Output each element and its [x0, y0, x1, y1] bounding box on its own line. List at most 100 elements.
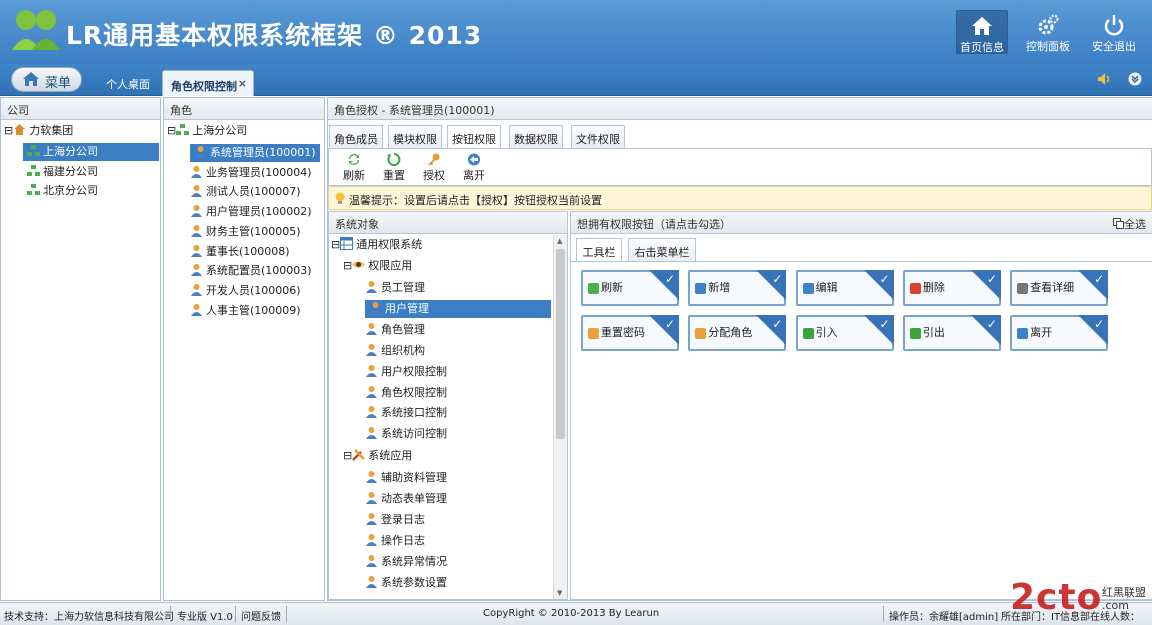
permission-panel-title: 想拥有权限按钮（请点击勾选） 全选 — [571, 212, 1152, 234]
tree-item-module[interactable]: 操作日志 — [365, 532, 425, 550]
user-icon — [366, 281, 377, 293]
permission-button[interactable]: 刷新 ✓ — [581, 270, 679, 306]
collapse-icon[interactable]: ⊟ — [343, 259, 352, 272]
tab-toolbar[interactable]: 工具栏 — [576, 238, 622, 261]
org-icon — [27, 184, 40, 195]
tree-item-module-label: 角色权限控制 — [381, 385, 447, 399]
permission-button[interactable]: 新增 ✓ — [688, 270, 787, 306]
org-icon — [176, 124, 190, 135]
user-icon — [366, 406, 377, 419]
reset-button[interactable]: 重置 — [378, 151, 410, 183]
tree-item-role[interactable]: 开发人员(100006) — [190, 282, 301, 300]
user-icon — [366, 575, 377, 588]
tree-item-company[interactable]: 福建分公司 — [27, 163, 98, 181]
tree-item-module[interactable]: 辅助资料管理 — [365, 469, 447, 487]
tree-item-module[interactable]: 用户权限控制 — [365, 363, 447, 381]
tab-file-permission[interactable]: 文件权限 — [571, 125, 625, 148]
scrollbar-thumb[interactable] — [556, 249, 565, 439]
tab-role-permission-label: 角色权限控制 — [171, 80, 237, 93]
permission-button[interactable]: 分配角色 ✓ — [688, 315, 787, 351]
tree-item-module-label: 用户权限控制 — [381, 364, 447, 378]
tree-item-module[interactable]: 用户管理 — [365, 299, 551, 318]
select-all-button[interactable]: 全选 — [1113, 216, 1146, 232]
user-icon — [191, 165, 202, 178]
collapse-icon[interactable]: ⊟ — [167, 124, 176, 137]
tree-item-role[interactable]: 系统配置员(100003) — [190, 262, 312, 280]
tree-item-role[interactable]: 财务主管(100005) — [190, 223, 301, 241]
permission-button[interactable]: 查看详细 ✓ — [1010, 270, 1109, 306]
permission-button[interactable]: 离开 ✓ — [1010, 315, 1109, 351]
tree-item-group[interactable]: ⊟ 权限应用 — [343, 257, 412, 275]
tab-data-permission[interactable]: 数据权限 — [509, 125, 563, 148]
leave-button[interactable]: 离开 — [458, 151, 490, 183]
hint-bar: 温馨提示：设置后请点击【授权】按钮授权当前设置 — [328, 186, 1152, 210]
home-button[interactable]: 首页信息 — [956, 10, 1008, 54]
scroll-down-icon[interactable]: ▼ — [557, 589, 562, 597]
collapse-icon[interactable]: ⊟ — [4, 124, 13, 137]
tree-item-role[interactable]: 测试人员(100007) — [190, 183, 301, 201]
feedback-link[interactable]: 问题反馈 — [241, 608, 281, 623]
user-icon — [191, 205, 202, 218]
tree-item-module[interactable]: 系统异常情况 — [365, 553, 447, 571]
menu-button[interactable]: 菜单 — [11, 67, 82, 92]
tree-item-module[interactable]: 员工管理 — [365, 279, 425, 297]
permission-button[interactable]: 引出 ✓ — [902, 315, 1001, 351]
tree-item-role-label: 业务管理员(100004) — [206, 165, 312, 179]
speaker-icon[interactable] — [1097, 72, 1113, 86]
tree-item-module[interactable]: 系统参数设置 — [365, 574, 447, 592]
permission-button[interactable]: 引入 ✓ — [795, 315, 894, 351]
app-title: LR通用基本权限系统框架 ® 2013 — [66, 21, 483, 50]
tab-role-members[interactable]: 角色成员 — [329, 125, 383, 148]
chevron-down-icon[interactable] — [1128, 72, 1142, 86]
tree-item-role[interactable]: 人事主管(100009) — [190, 302, 301, 320]
tree-item-module[interactable]: 角色管理 — [365, 321, 425, 339]
permission-title: 想拥有权限按钮（请点击勾选） — [577, 218, 731, 231]
company-panel: 公司 ⊟ 力软集团 上海分公司 福建分公司 北京分公司 — [0, 97, 161, 601]
button-icon — [1017, 328, 1029, 339]
tree-item-role[interactable]: 用户管理员(100002) — [190, 203, 312, 221]
permission-button[interactable]: 删除 ✓ — [902, 270, 1001, 306]
tab-personal-desktop[interactable]: 个人桌面 — [106, 76, 150, 92]
tree-item-module[interactable]: 登录日志 — [365, 511, 425, 529]
tree-item-module[interactable]: 动态表单管理 — [365, 490, 447, 508]
control-panel-button[interactable]: 控制面板 — [1022, 10, 1074, 54]
tree-item-role[interactable]: 系统管理员(100001) — [190, 144, 320, 162]
tree-item-role-root[interactable]: ⊟ 上海分公司 — [167, 122, 247, 140]
tree-item-group[interactable]: ⊟ 系统应用 — [343, 447, 412, 465]
authorize-button[interactable]: 授权 — [418, 151, 450, 183]
permission-button-label: 新增 — [708, 281, 731, 294]
logout-button[interactable]: 安全退出 — [1088, 10, 1140, 54]
collapse-icon[interactable]: ⊟ — [343, 449, 352, 462]
tree-item-company[interactable]: 北京分公司 — [27, 182, 98, 200]
control-panel-label: 控制面板 — [1026, 40, 1070, 53]
tree-item-module[interactable]: 系统访问控制 — [365, 425, 447, 443]
role-panel-title: 角色 — [164, 98, 324, 120]
tree-item-role-label: 系统配置员(100003) — [206, 264, 312, 278]
tree-item-module[interactable]: 组织机构 — [365, 342, 425, 360]
scroll-up-icon[interactable]: ▲ — [557, 237, 562, 245]
tab-role-permission[interactable]: 角色权限控制 × — [162, 70, 254, 96]
permission-button[interactable]: 重置密码 ✓ — [581, 315, 679, 351]
permission-button[interactable]: 编辑 ✓ — [795, 270, 894, 306]
tree-item-module[interactable]: 角色权限控制 — [365, 384, 447, 402]
check-icon: ✓ — [664, 272, 675, 286]
auth-toolbar: 刷新 重置 授权 离开 — [328, 148, 1152, 186]
user-icon — [191, 185, 202, 198]
tab-context-menu[interactable]: 右击菜单栏 — [628, 238, 696, 261]
tree-item-system-root[interactable]: ⊟ 通用权限系统 — [331, 236, 422, 254]
scrollbar[interactable]: ▲ ▼ — [553, 235, 567, 599]
company-root-label: 力软集团 — [29, 124, 74, 137]
company-label: 上海分公司 — [43, 145, 98, 158]
tab-button-permission[interactable]: 按钮权限 — [447, 125, 501, 149]
tree-item-role[interactable]: 业务管理员(100004) — [190, 164, 312, 182]
tree-item-company[interactable]: 上海分公司 — [23, 143, 159, 161]
nav-bar: 菜单 个人桌面 角色权限控制 × — [0, 64, 1152, 96]
close-icon[interactable]: × — [238, 77, 247, 90]
refresh-button[interactable]: 刷新 — [338, 151, 370, 183]
tab-module-permission[interactable]: 模块权限 — [388, 125, 442, 148]
tree-item-company-root[interactable]: ⊟ 力软集团 — [4, 122, 73, 140]
tree-item-module[interactable]: 系统接口控制 — [365, 404, 447, 422]
user-icon — [366, 343, 377, 356]
tree-item-role[interactable]: 董事长(100008) — [190, 243, 290, 261]
collapse-icon[interactable]: ⊟ — [331, 238, 340, 251]
